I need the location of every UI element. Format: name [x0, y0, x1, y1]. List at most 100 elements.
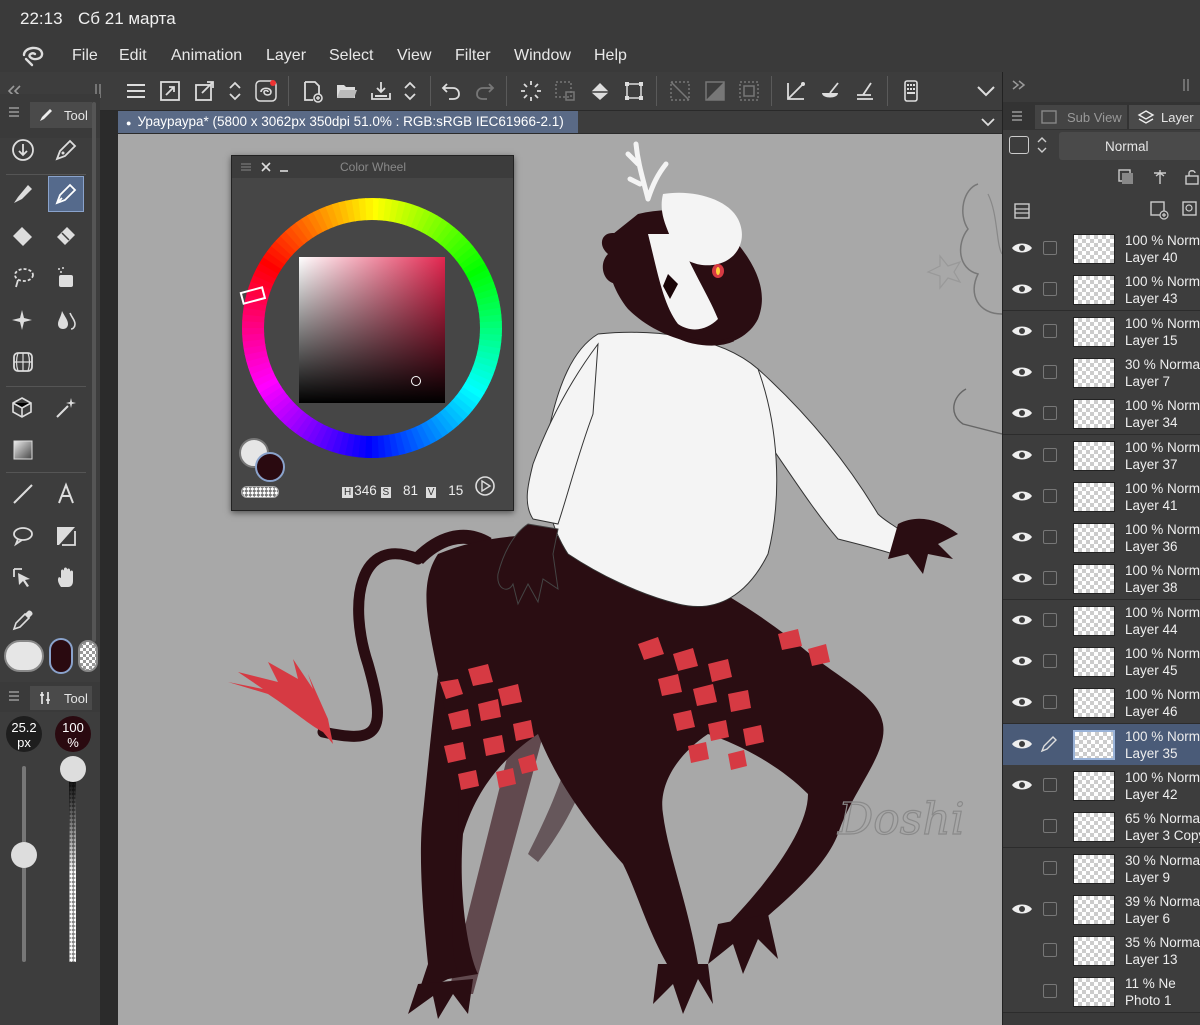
- main-color-chip[interactable]: [49, 638, 73, 674]
- new-vector-layer-icon[interactable]: [1181, 200, 1200, 220]
- fit-screen-icon[interactable]: [156, 77, 184, 105]
- layer-row[interactable]: 100 % Norm Layer 41: [1003, 475, 1200, 518]
- tool-hand-icon[interactable]: [48, 560, 84, 596]
- sub-color-chip[interactable]: [4, 640, 44, 672]
- eye-hidden-spot[interactable]: [1011, 942, 1033, 958]
- up-down-arrows-icon-2[interactable]: [396, 77, 424, 105]
- subview-tab[interactable]: Sub View: [1035, 105, 1127, 129]
- layer-row[interactable]: 11 % Ne Photo 1: [1003, 971, 1200, 1014]
- hamburger-menu-icon[interactable]: [122, 77, 150, 105]
- expand-selection-icon[interactable]: [735, 77, 763, 105]
- layer-checkbox[interactable]: [1043, 984, 1057, 999]
- tool-pen-icon[interactable]: [48, 132, 84, 168]
- open-folder-icon[interactable]: [333, 77, 361, 105]
- tool-gpen-icon[interactable]: [48, 176, 84, 212]
- menu-filter[interactable]: Filter: [455, 47, 491, 65]
- transform-icon[interactable]: [191, 77, 219, 105]
- eye-icon[interactable]: [1011, 364, 1033, 380]
- tool-fill-icon[interactable]: [5, 218, 41, 254]
- layer-checkbox[interactable]: [1043, 364, 1057, 379]
- tool-tab[interactable]: Tool: [30, 102, 92, 128]
- layer-color-swatch[interactable]: [1009, 136, 1029, 154]
- up-down-arrows-icon[interactable]: [221, 77, 249, 105]
- clear-selection-icon[interactable]: [666, 77, 694, 105]
- eye-icon[interactable]: [1011, 529, 1033, 545]
- layer-checkbox[interactable]: [1043, 488, 1057, 503]
- eye-icon[interactable]: [1011, 488, 1033, 504]
- tool-frame-icon[interactable]: [48, 518, 84, 554]
- layer-color-stepper-icon[interactable]: [1035, 134, 1049, 156]
- layer-checkbox[interactable]: [1043, 530, 1057, 545]
- layer-checkbox[interactable]: [1043, 282, 1057, 297]
- eye-icon[interactable]: [1011, 447, 1033, 463]
- menu-select[interactable]: Select: [329, 47, 373, 65]
- tool-lasso-icon[interactable]: [5, 260, 41, 296]
- eye-icon[interactable]: [1011, 777, 1033, 793]
- eye-icon[interactable]: [1011, 653, 1033, 669]
- layer-properties-icon[interactable]: [1013, 202, 1031, 220]
- layer-palette-menu-icon[interactable]: [1011, 110, 1023, 122]
- eye-icon[interactable]: [1011, 694, 1033, 710]
- symmetry-ruler-icon[interactable]: [816, 77, 844, 105]
- brush-size-slider-thumb[interactable]: [11, 842, 37, 868]
- invert-selection-icon[interactable]: [701, 77, 729, 105]
- eye-hidden-spot[interactable]: [1011, 860, 1033, 876]
- tool-move-icon[interactable]: [5, 132, 41, 168]
- close-icon[interactable]: [260, 161, 272, 173]
- tool-eyedropper-icon[interactable]: [5, 602, 41, 638]
- swirl-icon[interactable]: [252, 77, 280, 105]
- tool-blend-icon[interactable]: [48, 302, 84, 338]
- sv-marker[interactable]: [411, 376, 421, 386]
- layer-row[interactable]: 100 % Norm Layer 45: [1003, 641, 1200, 683]
- transform-selection-icon[interactable]: [620, 77, 648, 105]
- clip-studio-logo-icon[interactable]: [20, 43, 46, 67]
- tool-3d-object-icon[interactable]: [5, 390, 41, 426]
- doc-chevron-down-icon[interactable]: [980, 115, 996, 129]
- tool-text-icon[interactable]: [48, 476, 84, 512]
- new-raster-layer-icon[interactable]: [1149, 200, 1169, 220]
- minimize-icon[interactable]: [278, 161, 290, 173]
- tool-magic-wand-icon[interactable]: [48, 390, 84, 426]
- tool-gradient-icon[interactable]: [5, 432, 41, 468]
- blend-mode-dropdown[interactable]: Normal: [1059, 132, 1200, 160]
- menu-layer[interactable]: Layer: [266, 47, 306, 65]
- layer-row[interactable]: 100 % Norm Layer 36: [1003, 517, 1200, 560]
- tool-property-tab[interactable]: Tool: [30, 686, 92, 710]
- layer-row[interactable]: 100 % Norm Layer 42: [1003, 764, 1200, 807]
- layer-checkbox[interactable]: [1043, 901, 1057, 916]
- cw-transparent-chip[interactable]: [241, 486, 279, 498]
- layer-checkbox[interactable]: [1043, 612, 1057, 627]
- layer-checkbox[interactable]: [1043, 447, 1057, 462]
- layer-checkbox[interactable]: [1043, 860, 1057, 875]
- document-tab[interactable]: ● Урауpаурa* (5800 x 3062px 350dpi 51.0% …: [118, 111, 578, 133]
- tool-sparkle-icon[interactable]: [5, 302, 41, 338]
- select-all-icon[interactable]: [551, 77, 579, 105]
- menu-help[interactable]: Help: [594, 47, 627, 65]
- opacity-slider-thumb[interactable]: [60, 756, 86, 782]
- tool-line-icon[interactable]: [5, 476, 41, 512]
- layer-row[interactable]: 30 % Norma Layer 7: [1003, 351, 1200, 394]
- ruler-icon[interactable]: [782, 77, 810, 105]
- smartphone-icon[interactable]: [897, 77, 925, 105]
- eye-icon[interactable]: [1011, 736, 1033, 752]
- layer-row[interactable]: 100 % Norm Layer 46: [1003, 682, 1200, 725]
- layer-checkbox[interactable]: [1043, 241, 1057, 255]
- edit-pen-icon[interactable]: [1039, 734, 1059, 754]
- layer-tab[interactable]: Layer: [1129, 105, 1200, 129]
- lock-layer-icon[interactable]: [1183, 168, 1200, 186]
- color-wheel-titlebar[interactable]: Color Wheel: [232, 156, 513, 178]
- eye-icon[interactable]: [1011, 240, 1033, 256]
- layer-checkbox[interactable]: [1043, 654, 1057, 668]
- eye-icon[interactable]: [1011, 281, 1033, 297]
- layer-row[interactable]: 100 % Norm Layer 40: [1003, 228, 1200, 270]
- save-icon[interactable]: [367, 77, 395, 105]
- layer-row[interactable]: 100 % Norm Layer 34: [1003, 393, 1200, 436]
- saturation-value-square[interactable]: [299, 257, 445, 403]
- layer-checkbox[interactable]: [1043, 943, 1057, 958]
- tool-airbrush-icon[interactable]: [48, 260, 84, 296]
- subpalette-menu-icon[interactable]: [8, 690, 20, 702]
- layer-row[interactable]: 39 % Norma Layer 6: [1003, 888, 1200, 931]
- layer-checkbox[interactable]: [1043, 571, 1057, 586]
- layer-checkbox[interactable]: [1043, 695, 1057, 710]
- eye-icon[interactable]: [1011, 570, 1033, 586]
